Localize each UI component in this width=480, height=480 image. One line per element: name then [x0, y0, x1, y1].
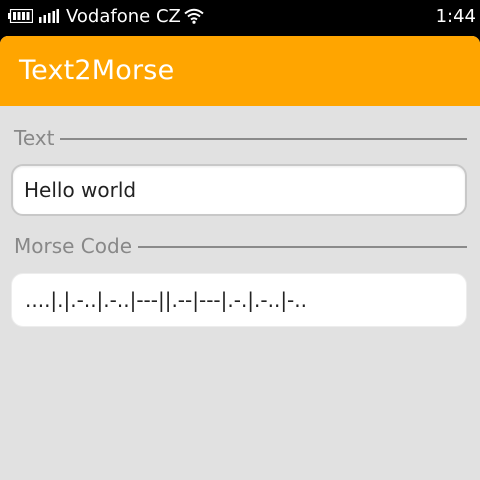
- battery-icon: [8, 9, 33, 23]
- section-divider: [60, 138, 467, 140]
- clock: 1:44: [435, 6, 476, 27]
- morse-section-label: Morse Code: [14, 234, 132, 258]
- section-divider: [138, 246, 467, 248]
- morse-section-header: Morse Code: [14, 234, 467, 258]
- morse-output-field[interactable]: ....|.|.-..|.-..|---||.--|---|.-.|.-..|-…: [11, 273, 467, 327]
- app-window: Text2Morse Text Hello world Morse Code .…: [0, 36, 480, 480]
- text-section-header: Text: [14, 126, 467, 150]
- text-input[interactable]: Hello world: [11, 164, 467, 216]
- signal-icon: [39, 9, 59, 23]
- status-bar: Vodafone CZ 1:44: [0, 0, 480, 36]
- wifi-icon: [184, 8, 204, 24]
- app-header: Text2Morse: [0, 36, 480, 106]
- carrier-name: Vodafone CZ: [66, 6, 181, 27]
- text-section-label: Text: [14, 126, 55, 150]
- app-title: Text2Morse: [19, 55, 175, 86]
